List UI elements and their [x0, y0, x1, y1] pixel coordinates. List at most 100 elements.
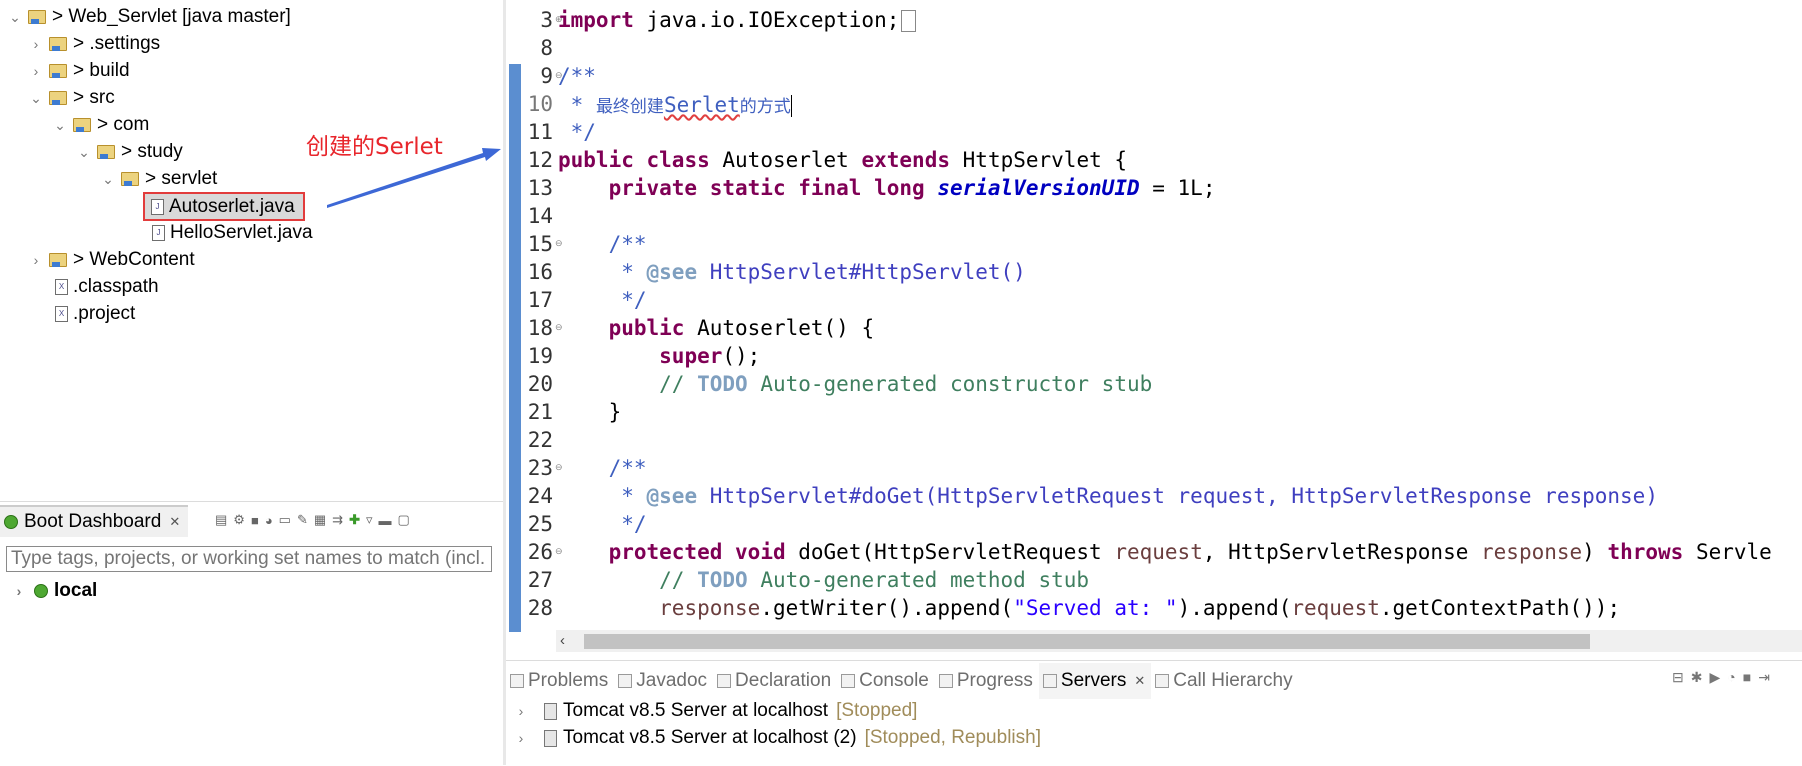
server-name: Tomcat v8.5 Server at localhost (2) [563, 727, 857, 748]
java-file-icon: J [152, 225, 165, 241]
tree-item-label: > servlet [145, 168, 218, 189]
folder-icon [49, 64, 67, 78]
view-menu-icon[interactable]: ▿ [366, 512, 373, 528]
tab-call-hierarchy[interactable]: Call Hierarchy [1151, 663, 1298, 699]
line-number: 23 [527, 456, 553, 480]
publish-icon[interactable]: ⇥ [1758, 669, 1770, 686]
tree-item-helloservlet[interactable]: J HelloServlet.java [150, 220, 313, 246]
tab-javadoc[interactable]: Javadoc [614, 663, 713, 699]
debug-icon[interactable]: ✱ [1691, 669, 1703, 686]
code-line: } [608, 400, 622, 424]
tree-item-autoserlet[interactable]: J Autoserlet.java [143, 192, 305, 221]
tab-servers[interactable]: Servers ✕ [1038, 663, 1152, 699]
tree-item-project[interactable]: ⌄ > Web_Servlet [java master] [6, 4, 291, 30]
code-line: private static final long serialVersionU… [608, 176, 1216, 200]
close-icon[interactable]: ✕ [169, 507, 180, 537]
spring-boot-icon [34, 584, 48, 598]
tab-console[interactable]: Console [837, 663, 935, 699]
scrollbar-thumb[interactable] [584, 634, 1590, 649]
local-label: local [54, 580, 98, 601]
stop-icon[interactable]: ■ [1743, 669, 1751, 686]
tree-item-build[interactable]: › > build [27, 58, 130, 84]
folder-icon [97, 145, 115, 159]
redebug-icon[interactable]: ⚙ [233, 512, 245, 528]
folder-icon [49, 91, 67, 105]
expose-icon[interactable]: ⇉ [332, 512, 343, 528]
chevron-right-icon[interactable]: › [512, 703, 530, 719]
line-number: 11 [527, 120, 553, 144]
tab-problems[interactable]: Problems [506, 663, 614, 699]
start-icon[interactable]: ▶ [1709, 669, 1720, 686]
tree-item-webcontent[interactable]: › > WebContent [27, 247, 195, 273]
edit-icon[interactable]: ✎ [297, 512, 308, 528]
chevron-right-icon[interactable]: › [10, 583, 28, 599]
tree-item-label: > com [97, 114, 150, 135]
server-row[interactable]: › Tomcat v8.5 Server at localhost (2) [S… [512, 727, 1041, 749]
chevron-down-icon[interactable]: ⌄ [51, 112, 69, 138]
folded-block-icon[interactable] [901, 10, 917, 32]
chevron-right-icon[interactable]: › [27, 58, 45, 84]
tree-item-label: Autoserlet.java [169, 195, 295, 217]
tree-item-src[interactable]: ⌄ > src [27, 85, 115, 111]
tree-item-label: > .settings [73, 33, 161, 54]
dashboard-filter-input[interactable] [6, 546, 492, 572]
servers-icon [1042, 674, 1057, 688]
code-line: * @see HttpServlet#doGet(HttpServletRequ… [608, 484, 1658, 508]
tree-item-classpath[interactable]: X .classpath [53, 274, 159, 300]
line-number: 14 [527, 204, 553, 228]
chevron-right-icon[interactable]: › [27, 31, 45, 57]
code-line: * 最终创建Serlet的方式 [558, 93, 792, 117]
chevron-down-icon[interactable]: ⌄ [75, 139, 93, 165]
add-icon[interactable]: ✚ [349, 512, 360, 528]
code-line: */ [558, 120, 596, 144]
tree-item-project-file[interactable]: X .project [53, 301, 135, 327]
line-number: 13 [527, 176, 553, 200]
code-line: // TODO Auto-generated constructor stub [659, 372, 1153, 396]
close-icon[interactable]: ✕ [1134, 673, 1145, 689]
chevron-down-icon[interactable]: ⌄ [6, 4, 24, 30]
line-number: 9 [540, 64, 553, 88]
stop-icon[interactable]: ■ [251, 513, 259, 528]
progress-icon [938, 674, 953, 688]
line-number: 21 [527, 400, 553, 424]
minimize-icon[interactable]: ▬ [379, 513, 392, 528]
file-icon: X [55, 279, 68, 295]
tree-item-servlet[interactable]: ⌄ > servlet [99, 166, 217, 192]
profile-icon[interactable]: ◔ [1727, 669, 1735, 686]
chevron-down-icon[interactable]: ⌄ [99, 166, 117, 192]
line-number: 28 [527, 596, 553, 620]
tree-item-label: .project [73, 303, 136, 324]
dashboard-item-local[interactable]: › local [10, 580, 98, 602]
properties-icon[interactable]: ▦ [314, 512, 326, 528]
dashboard-toolbar: ▤ ⚙ ■ ◕ ▭ ✎ ▦ ⇉ ✚ ▿ ▬ ▢ [215, 508, 410, 532]
tab-boot-dashboard[interactable]: Boot Dashboard ✕ [0, 505, 189, 537]
line-number: 8 [540, 36, 553, 60]
tab-progress[interactable]: Progress [935, 663, 1039, 699]
tree-item-settings[interactable]: › > .settings [27, 31, 160, 57]
tree-item-com[interactable]: ⌄ > com [51, 112, 149, 138]
server-name: Tomcat v8.5 Server at localhost [563, 700, 829, 721]
collapse-icon[interactable]: ⊟ [1672, 669, 1684, 686]
folder-icon [49, 37, 67, 51]
tree-item-study[interactable]: ⌄ > study [75, 139, 183, 165]
spring-boot-icon [4, 515, 18, 529]
open-browser-icon[interactable]: ◕ [265, 513, 273, 528]
code-line: public Autoserlet() { [608, 316, 875, 340]
line-number: 12 [527, 148, 553, 172]
server-row[interactable]: › Tomcat v8.5 Server at localhost [Stopp… [512, 700, 918, 722]
console-icon[interactable]: ▭ [279, 512, 291, 528]
annotation-arrow [327, 148, 501, 208]
scroll-left-icon[interactable]: ‹ [560, 630, 565, 652]
java-file-icon: J [151, 198, 164, 215]
line-number: 17 [527, 288, 553, 312]
maximize-icon[interactable]: ▢ [398, 512, 410, 528]
code-line: protected void doGet(HttpServletRequest … [608, 540, 1772, 564]
code-line: response.getWriter().append("Served at: … [659, 596, 1621, 620]
chevron-right-icon[interactable]: › [27, 247, 45, 273]
chevron-down-icon[interactable]: ⌄ [27, 85, 45, 111]
server-icon [544, 729, 557, 747]
open-console-icon[interactable]: ▤ [215, 512, 227, 528]
tab-declaration[interactable]: Declaration [713, 663, 837, 699]
server-status: [Stopped, Republish] [864, 727, 1041, 748]
chevron-right-icon[interactable]: › [512, 730, 530, 746]
